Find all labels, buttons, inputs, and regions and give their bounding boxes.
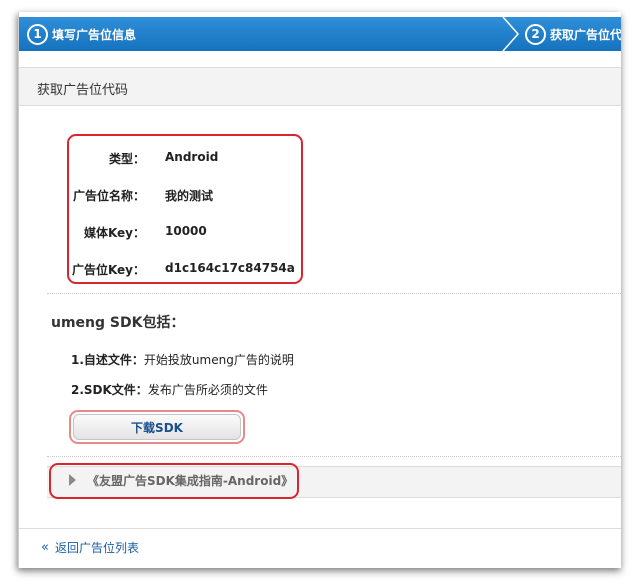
section-header: 获取广告位代码 (19, 67, 621, 106)
media-key-label: 媒体Key： (83, 226, 145, 240)
expand-arrow-icon (69, 474, 76, 486)
ad-slot-info-box: 类型： Android 广告位名称： 我的测试 媒体Key： 10000 广告位… (67, 134, 303, 284)
back-to-list-link[interactable]: « 返回广告位列表 (41, 539, 139, 556)
sdk-item-readme: 1.自述文件：开始投放umeng广告的说明 (71, 351, 294, 368)
download-sdk-highlight: 下载SDK (69, 410, 245, 444)
type-value: Android (165, 150, 219, 164)
divider (47, 293, 621, 294)
sdk-item-name: 1.自述文件： (71, 353, 144, 367)
sdk-item-name: 2.SDK文件： (71, 383, 148, 397)
sdk-item-desc: 发布广告所必须的文件 (147, 383, 268, 397)
name-label: 广告位名称： (72, 189, 145, 203)
slot-key-label: 广告位Key： (71, 263, 145, 277)
name-value: 我的测试 (165, 189, 214, 203)
wizard-step-2: 2 获取广告位代 (525, 17, 621, 51)
step-label-2: 获取广告位代 (550, 27, 621, 42)
step-number-2: 2 (525, 23, 546, 45)
integration-guide-link[interactable]: 《友盟广告SDK集成指南-Android》 (49, 463, 299, 499)
page-frame: 1 填写广告位信息 2 获取广告位代 获取广告位代码 类型： Android 广… (18, 12, 621, 568)
slot-key-value: d1c164c17c84754a (165, 261, 295, 275)
media-key-value: 10000 (165, 224, 207, 238)
step-label-1: 填写广告位信息 (52, 27, 137, 42)
step-separator-chevron-icon (502, 17, 520, 51)
wizard-step-bar: 1 填写广告位信息 2 获取广告位代 (19, 17, 621, 51)
sdk-title: umeng SDK包括： (51, 315, 185, 331)
footer-divider (19, 528, 621, 529)
back-to-list-label: 返回广告位列表 (54, 541, 139, 555)
step-number-1: 1 (27, 23, 48, 45)
double-chevron-left-icon: « (41, 540, 49, 555)
type-label: 类型： (108, 152, 145, 166)
sdk-item-sdk-file: 2.SDK文件：发布广告所必须的文件 (71, 381, 268, 398)
integration-guide-label: 《友盟广告SDK集成指南-Android》 (87, 474, 294, 488)
divider (47, 456, 621, 457)
wizard-step-1: 1 填写广告位信息 (27, 17, 136, 51)
download-sdk-button[interactable]: 下载SDK (73, 414, 241, 440)
sdk-item-desc: 开始投放umeng广告的说明 (143, 353, 294, 367)
section-title: 获取广告位代码 (37, 83, 129, 98)
